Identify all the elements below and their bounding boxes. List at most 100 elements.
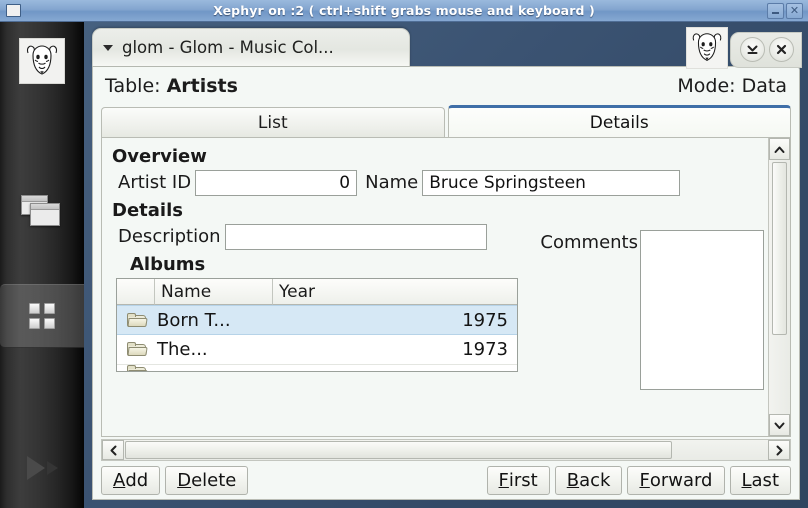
column-header-name[interactable]: Name	[155, 279, 273, 305]
overview-heading: Overview	[112, 146, 207, 167]
albums-table: Name Year Born T... 1975 The... 1973	[116, 278, 518, 372]
back-rest: ack	[579, 469, 611, 491]
delete-mnemonic: D	[177, 469, 192, 491]
glom-controls-panel	[730, 31, 802, 68]
last-rest: ast	[751, 469, 779, 491]
table-label: Table: Artists	[105, 75, 238, 97]
outer-titlebar[interactable]: Xephyr on :2 ( ctrl+shift grabs mouse an…	[0, 0, 808, 22]
horizontal-scroll-track[interactable]	[124, 440, 768, 460]
dock-item-workspaces[interactable]	[0, 284, 84, 348]
folder-icon	[117, 342, 155, 357]
cell-name: Born T...	[157, 309, 231, 331]
outer-close-button[interactable]: ✕	[786, 2, 803, 19]
form-scroll-area: Overview Artist ID 0 Name Bruce Springst…	[102, 138, 768, 436]
mode-label: Mode: Data	[677, 75, 787, 97]
gnu-head-icon-title	[686, 27, 728, 69]
first-rest: irst	[508, 469, 538, 491]
horizontal-scroll-thumb[interactable]	[125, 441, 673, 459]
first-button[interactable]: First	[486, 465, 550, 495]
minimize-icon	[772, 11, 779, 14]
play-arrow-icon	[26, 456, 58, 480]
forward-rest: orward	[649, 469, 713, 491]
scroll-up-button[interactable]	[769, 138, 790, 160]
glom-window-controls	[686, 27, 802, 69]
notebook-tabbar: List Details	[93, 105, 799, 137]
chevron-left-icon	[110, 445, 116, 455]
mode-name: Data	[741, 75, 787, 97]
glom-window: glom - Glom - Music Col... Table: Artist…	[84, 22, 808, 508]
delete-button[interactable]: Delete	[165, 465, 249, 495]
close-icon: ✕	[789, 4, 800, 17]
chevron-down-icon[interactable]	[103, 44, 113, 51]
delete-rest: elete	[191, 469, 237, 491]
tab-details[interactable]: Details	[447, 105, 791, 137]
forward-mnemonic: F	[639, 469, 650, 491]
glom-close-button[interactable]	[769, 37, 794, 62]
xephyr-outer-window: Xephyr on :2 ( ctrl+shift grabs mouse an…	[0, 0, 808, 508]
chevron-up-icon	[774, 146, 785, 153]
stacked-windows-icon	[21, 195, 63, 229]
folder-icon	[117, 365, 155, 371]
cell-year: 1975	[462, 309, 508, 331]
dock-item-windows[interactable]	[0, 182, 84, 242]
comments-field[interactable]	[640, 230, 764, 390]
details-form: Overview Artist ID 0 Name Bruce Springst…	[101, 137, 791, 437]
forward-button[interactable]: Forward	[627, 465, 725, 495]
cell-name: The...	[157, 339, 208, 360]
glom-minimize-button[interactable]	[740, 37, 765, 62]
chevron-right-icon	[776, 445, 782, 455]
albums-block: Albums Name Year Born T... 1975 The... 1…	[116, 254, 518, 372]
outer-window-title: Xephyr on :2 ( ctrl+shift grabs mouse an…	[213, 3, 595, 18]
button-bar: Add Delete First Back Forward Last	[93, 461, 799, 499]
albums-heading: Albums	[130, 254, 206, 275]
artist-id-field[interactable]: 0	[195, 170, 358, 196]
table-prefix: Table:	[105, 75, 167, 97]
window-menu-icon[interactable]	[6, 4, 21, 17]
outer-minimize-button[interactable]	[767, 2, 784, 19]
glom-titlebar: glom - Glom - Music Col...	[84, 22, 808, 69]
mode-prefix: Mode:	[677, 75, 742, 97]
table-mode-row: Table: Artists Mode: Data	[93, 67, 799, 105]
gnu-head-icon	[19, 38, 65, 84]
last-mnemonic: L	[741, 469, 752, 491]
left-dock	[0, 22, 95, 508]
description-label: Description	[118, 226, 221, 247]
back-button[interactable]: Back	[554, 465, 623, 495]
add-rest: dd	[125, 469, 149, 491]
name-label: Name	[365, 172, 419, 193]
folder-icon	[117, 312, 155, 328]
albums-table-header: Name Year	[117, 279, 517, 305]
artist-id-label: Artist ID	[118, 172, 192, 193]
scroll-left-button[interactable]	[102, 440, 124, 460]
scroll-right-button[interactable]	[768, 440, 790, 460]
table-row[interactable]: The... 1973	[117, 335, 517, 365]
glom-content: Table: Artists Mode: Data List Details O…	[92, 66, 800, 500]
back-mnemonic: B	[566, 469, 580, 491]
xephyr-screen: glom - Glom - Music Col... Table: Artist…	[0, 22, 808, 508]
vertical-scrollbar[interactable]	[768, 138, 790, 436]
overview-fields: Artist ID 0 Name Bruce Springsteen	[110, 170, 764, 196]
tab-list[interactable]: List	[101, 107, 445, 137]
comments-label: Comments	[540, 232, 638, 253]
details-heading: Details	[112, 200, 183, 221]
name-field[interactable]: Bruce Springsteen	[422, 170, 681, 196]
scroll-down-button[interactable]	[769, 414, 790, 436]
column-header-icon[interactable]	[117, 279, 155, 305]
horizontal-scrollbar[interactable]	[101, 439, 791, 461]
table-row[interactable]	[117, 365, 517, 371]
description-field[interactable]	[224, 224, 487, 250]
first-mnemonic: F	[498, 469, 509, 491]
outer-window-controls: ✕	[767, 2, 805, 19]
dock-item-play[interactable]	[0, 448, 84, 488]
glom-window-tab[interactable]: glom - Glom - Music Col...	[92, 28, 410, 66]
table-row[interactable]: Born T... 1975	[117, 305, 517, 335]
add-button[interactable]: Add	[101, 465, 161, 495]
vertical-scroll-thumb[interactable]	[772, 162, 787, 335]
table-name: Artists	[166, 75, 238, 97]
column-header-year[interactable]: Year	[273, 279, 517, 305]
vertical-scroll-track[interactable]	[769, 160, 790, 414]
last-button[interactable]: Last	[729, 465, 791, 495]
chevron-down-icon	[774, 422, 785, 429]
minimize-chevron-icon	[747, 45, 758, 54]
dock-item-gnu-logo[interactable]	[0, 34, 84, 88]
